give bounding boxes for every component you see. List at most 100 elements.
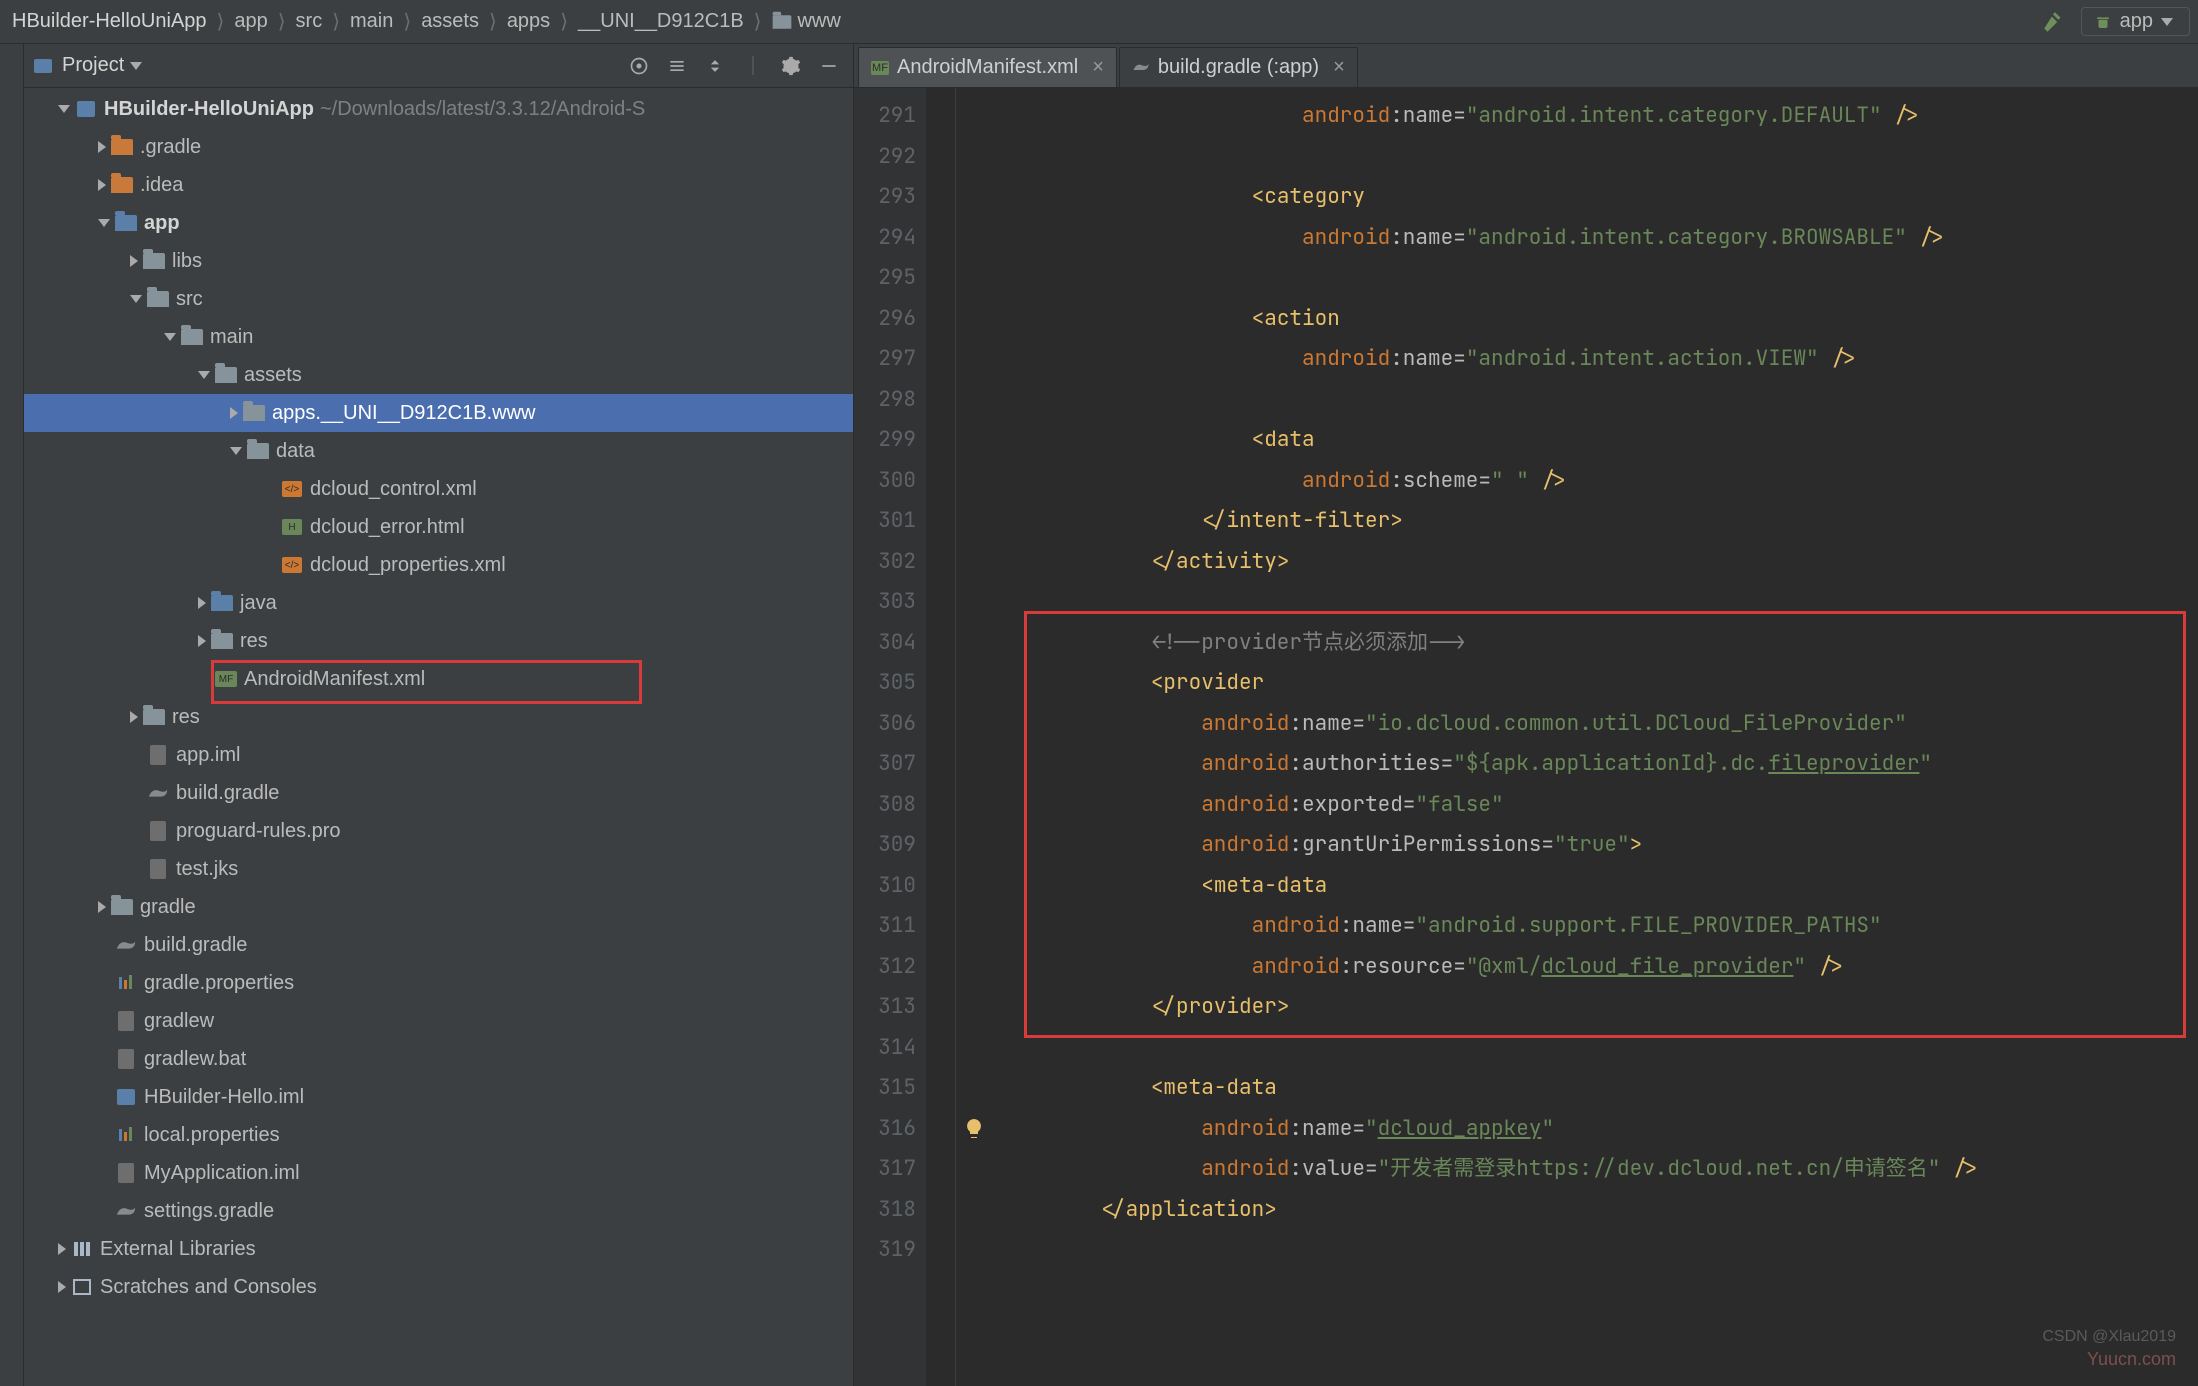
project-tree[interactable]: HBuilder-HelloUniApp~/Downloads/latest/3… [24,88,853,1386]
tree-item-gradle[interactable]: .gradle [24,128,853,166]
hide-panel-icon[interactable] [815,52,843,80]
build-icon[interactable] [2041,9,2067,35]
tree-item-myapp-iml[interactable]: MyApplication.iml [24,1154,853,1192]
code-line[interactable] [994,258,2198,299]
project-panel-title[interactable]: Project [34,54,146,77]
tree-item-test-jks[interactable]: test.jks [24,850,853,888]
code-line[interactable]: <meta-data [994,866,2198,907]
tab-android-manifest[interactable]: MF AndroidManifest.xml × [858,47,1117,87]
tree-item-apps-www[interactable]: apps.__UNI__D912C1B.www [24,394,853,432]
code-line[interactable]: android:scheme=" " /> [994,461,2198,502]
code-line[interactable]: android:value="开发者需登录https://dev.dcloud.… [994,1149,2198,1190]
code-line[interactable]: <!--provider节点必须添加--> [994,623,2198,664]
tree-item-manifest[interactable]: MFAndroidManifest.xml [24,660,853,698]
tree-item-dcloud-control[interactable]: </>dcloud_control.xml [24,470,853,508]
expand-arrow-icon[interactable] [198,597,206,609]
tree-item-libs[interactable]: libs [24,242,853,280]
code-line[interactable]: <provider [994,663,2198,704]
tree-item-assets[interactable]: assets [24,356,853,394]
editor-body[interactable]: 2912922932942952962972982993003013023033… [854,88,2198,1386]
close-icon[interactable]: × [1092,56,1104,79]
code-line[interactable]: </activity> [994,542,2198,583]
intention-bulb-icon[interactable] [962,1117,986,1141]
expand-arrow-icon[interactable] [164,333,176,341]
code-line[interactable]: android:name="android.intent.category.DE… [994,96,2198,137]
breadcrumb-item[interactable]: HBuilder-HelloUniApp [8,8,211,35]
expand-arrow-icon[interactable] [98,901,106,913]
tree-item-gradle-dir[interactable]: gradle [24,888,853,926]
tree-item-res[interactable]: res [24,622,853,660]
tree-item-hbuilder-iml[interactable]: HBuilder-Hello.iml [24,1078,853,1116]
tree-item-src[interactable]: src [24,280,853,318]
code-line[interactable]: android:name="android.intent.category.BR… [994,218,2198,259]
code-line[interactable]: </application> [994,1190,2198,1231]
tree-item-settings-gradle[interactable]: settings.gradle [24,1192,853,1230]
code-line[interactable]: </intent-filter> [994,501,2198,542]
tree-item-app-iml[interactable]: app.iml [24,736,853,774]
expand-arrow-icon[interactable] [198,371,210,379]
select-opened-file-icon[interactable] [625,52,653,80]
breadcrumb-item[interactable]: __UNI__D912C1B [574,8,748,35]
expand-arrow-icon[interactable] [130,711,138,723]
tree-item-build-gradle2[interactable]: build.gradle [24,926,853,964]
code-line[interactable]: </provider> [994,987,2198,1028]
expand-arrow-icon[interactable] [130,255,138,267]
tree-item-java[interactable]: java [24,584,853,622]
gear-icon[interactable] [777,52,805,80]
expand-arrow-icon[interactable] [230,447,242,455]
expand-arrow-icon[interactable] [230,407,238,419]
code-line[interactable] [994,582,2198,623]
breadcrumb-item[interactable]: apps [503,8,554,35]
expand-all-icon[interactable] [663,52,691,80]
tree-item-dcloud-properties[interactable]: </>dcloud_properties.xml [24,546,853,584]
code-line[interactable]: android:name="android.support.FILE_PROVI… [994,906,2198,947]
tree-item-build-gradle[interactable]: build.gradle [24,774,853,812]
tree-item-gradlew-bat[interactable]: gradlew.bat [24,1040,853,1078]
close-icon[interactable]: × [1333,56,1345,79]
code-line[interactable]: <meta-data [994,1068,2198,1109]
code-line[interactable] [994,1028,2198,1069]
code-line[interactable]: android:resource="@xml/dcloud_file_provi… [994,947,2198,988]
tree-item-proguard[interactable]: proguard-rules.pro [24,812,853,850]
code-line[interactable] [994,137,2198,178]
tree-item-gradle-props[interactable]: gradle.properties [24,964,853,1002]
code-line[interactable]: android:grantUriPermissions="true"> [994,825,2198,866]
code-line[interactable]: <data [994,420,2198,461]
code-line[interactable]: android:exported="false" [994,785,2198,826]
run-config-selector[interactable]: app [2081,7,2190,36]
breadcrumb-item[interactable]: app [230,8,271,35]
collapse-all-icon[interactable] [701,52,729,80]
tree-item-ext-libs[interactable]: External Libraries [24,1230,853,1268]
left-tool-gutter[interactable] [0,44,24,1386]
expand-arrow-icon[interactable] [198,635,206,647]
expand-arrow-icon[interactable] [98,219,110,227]
tree-item-scratches[interactable]: Scratches and Consoles [24,1268,853,1306]
code-line[interactable]: android:authorities="${apk.applicationId… [994,744,2198,785]
code-line[interactable] [994,1230,2198,1271]
expand-arrow-icon[interactable] [98,141,106,153]
tree-root[interactable]: HBuilder-HelloUniApp~/Downloads/latest/3… [24,90,853,128]
tree-item-dcloud-error[interactable]: Hdcloud_error.html [24,508,853,546]
code-line[interactable]: android:name="io.dcloud.common.util.DClo… [994,704,2198,745]
code-area[interactable]: android:name="android.intent.category.DE… [994,88,2198,1386]
expand-arrow-icon[interactable] [58,1243,66,1255]
code-line[interactable]: android:name="android.intent.action.VIEW… [994,339,2198,380]
tree-item-app[interactable]: app [24,204,853,242]
fold-gutter[interactable] [926,88,956,1386]
tree-item-gradlew[interactable]: gradlew [24,1002,853,1040]
tree-item-local-props[interactable]: local.properties [24,1116,853,1154]
code-line[interactable]: <category [994,177,2198,218]
expand-arrow-icon[interactable] [130,295,142,303]
expand-arrow-icon[interactable] [98,179,106,191]
code-line[interactable] [994,380,2198,421]
code-line[interactable]: android:name="dcloud_appkey" [994,1109,2198,1150]
tree-item-res2[interactable]: res [24,698,853,736]
expand-arrow-icon[interactable] [58,1281,66,1293]
breadcrumb-item[interactable]: main [346,8,397,35]
tree-item-idea[interactable]: .idea [24,166,853,204]
expand-arrow-icon[interactable] [58,105,70,113]
tab-build-gradle[interactable]: build.gradle (:app) × [1119,47,1358,87]
tree-item-main[interactable]: main [24,318,853,356]
breadcrumb-item[interactable]: assets [417,8,483,35]
breadcrumb-item[interactable]: src [292,8,327,35]
